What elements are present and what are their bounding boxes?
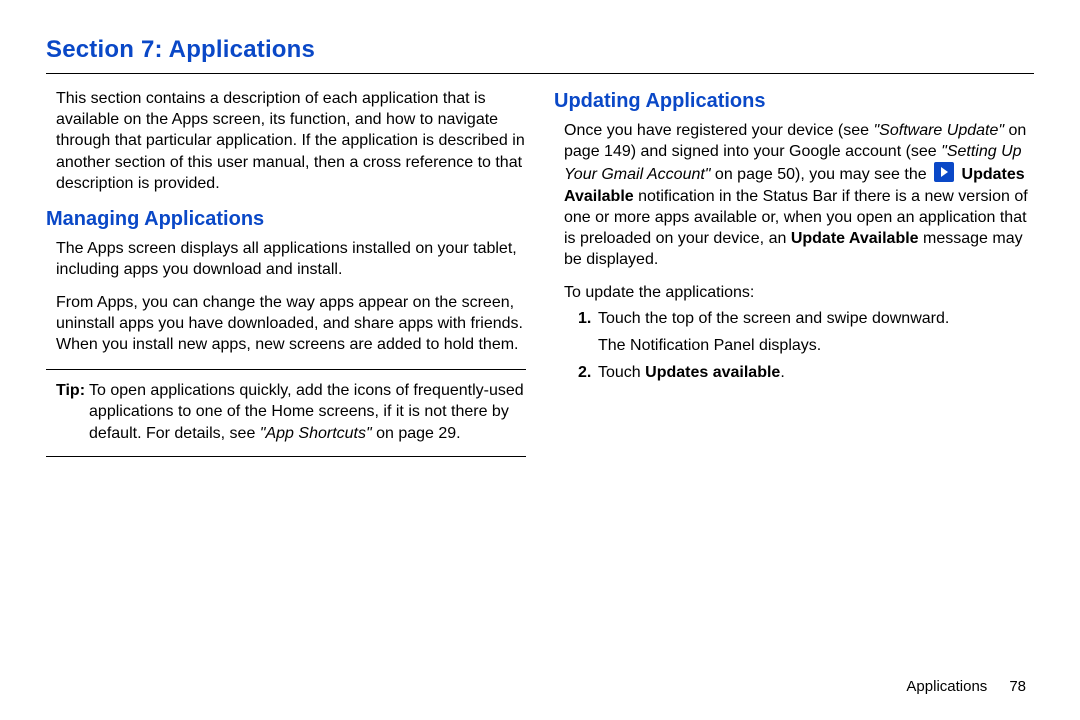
tip-text-post: on page 29.: [372, 425, 461, 442]
play-icon: [934, 162, 954, 182]
managing-p1: The Apps screen displays all application…: [46, 238, 526, 280]
left-column: This section contains a description of e…: [46, 88, 526, 456]
page-footer: Applications 78: [906, 677, 1026, 697]
right-column: Updating Applications Once you have regi…: [554, 88, 1034, 456]
update-steps: 1. Touch the top of the screen and swipe…: [554, 309, 1034, 383]
footer-page-number: 78: [1009, 678, 1026, 695]
up-p1-a: Once you have registered your device (se…: [564, 122, 874, 139]
step-2-pre: Touch: [598, 364, 645, 381]
tip-body: To open applications quickly, add the ic…: [89, 380, 526, 443]
step-2-post: .: [780, 364, 784, 381]
update-available-bold: Update Available: [791, 230, 919, 247]
tip-link-app-shortcuts: "App Shortcuts": [260, 425, 372, 442]
updating-p1: Once you have registered your device (se…: [554, 120, 1034, 270]
content-columns: This section contains a description of e…: [46, 88, 1034, 456]
up-p1-c: on page 50), you may see the: [710, 166, 931, 183]
managing-p2: From Apps, you can change the way apps a…: [46, 292, 526, 355]
managing-applications-heading: Managing Applications: [46, 206, 526, 232]
step-1-number: 1.: [578, 309, 591, 330]
step-1-subtext: The Notification Panel displays.: [598, 336, 1034, 357]
step-2-number: 2.: [578, 363, 591, 384]
tip-block: Tip: To open applications quickly, add t…: [46, 369, 526, 456]
step-1-text: Touch the top of the screen and swipe do…: [598, 310, 949, 327]
step-2: 2. Touch Updates available.: [578, 363, 1034, 384]
updating-p2: To update the applications:: [554, 282, 1034, 303]
updates-available-label: Updates available: [645, 364, 780, 381]
hrule: [46, 73, 1034, 74]
updating-applications-heading: Updating Applications: [554, 88, 1034, 114]
section-title: Section 7: Applications: [46, 34, 1034, 65]
tip-label: Tip:: [56, 380, 85, 443]
footer-section-name: Applications: [906, 678, 987, 695]
intro-paragraph: This section contains a description of e…: [46, 88, 526, 194]
link-software-update: "Software Update": [874, 122, 1005, 139]
step-1: 1. Touch the top of the screen and swipe…: [578, 309, 1034, 357]
